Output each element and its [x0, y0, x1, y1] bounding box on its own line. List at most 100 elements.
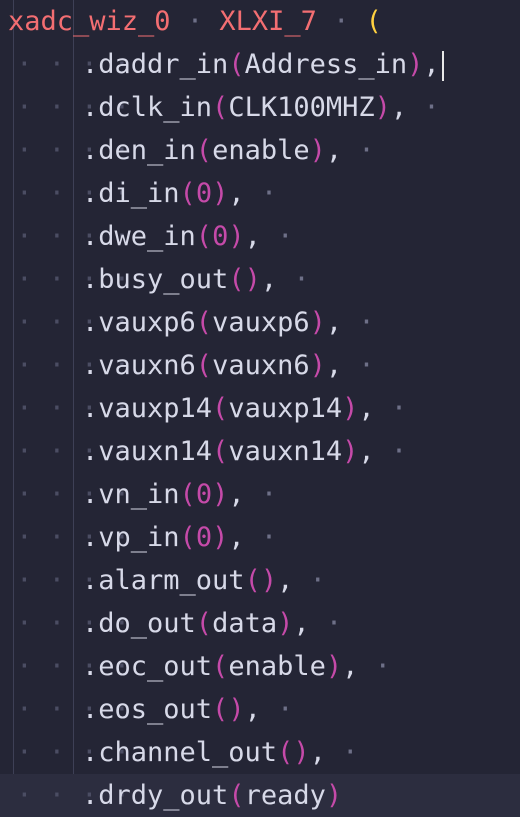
paren-close: ): [212, 522, 229, 553]
code-line-port[interactable]: · · · · .eoc_out(enable), ·: [0, 645, 520, 688]
port-arg: vauxp6: [212, 307, 310, 338]
code-line-port[interactable]: · · · · .den_in(enable), ·: [0, 129, 520, 172]
paren-open: (: [195, 307, 213, 338]
paren-close: ): [212, 479, 229, 510]
paren-open: (: [212, 92, 229, 123]
trailing-dot: ·: [293, 565, 326, 596]
port-arg: data: [212, 608, 278, 639]
comma: ,: [244, 694, 261, 725]
trailing-dot: ·: [342, 135, 375, 166]
trailing-dot: ·: [342, 350, 375, 381]
trailing-dot: ·: [325, 737, 359, 768]
comma: ,: [260, 264, 278, 295]
code-line-port[interactable]: · · · · .channel_out(), ·: [0, 731, 520, 774]
paren-close: ): [277, 608, 294, 639]
code-line-port[interactable]: · · · · .vp_in(0), ·: [0, 516, 520, 559]
code-line-port[interactable]: · · · · .drdy_out(ready): [0, 774, 520, 817]
port-arg: 0: [195, 522, 213, 553]
text-cursor: [441, 50, 444, 81]
port-arg: 0: [195, 479, 213, 510]
comma: ,: [325, 135, 343, 166]
code-line-port[interactable]: · · · · .vauxp14(vauxp14), ·: [0, 387, 520, 430]
paren-close: ): [244, 264, 261, 295]
code-line-port[interactable]: · · · · .di_in(0), ·: [0, 172, 520, 215]
paren-close: ): [293, 737, 310, 768]
paren-close: ): [212, 178, 229, 209]
paren-open: (: [228, 49, 245, 80]
trailing-dot: ·: [260, 221, 294, 252]
paren-open: (: [179, 178, 196, 209]
trailing-dot: ·: [358, 651, 391, 682]
port-name: .vn_in: [82, 479, 180, 510]
comma: ,: [423, 49, 440, 80]
comma: ,: [309, 737, 326, 768]
open-paren: (: [365, 6, 382, 37]
code-line-port[interactable]: · · · · .dclk_in(CLK100MHZ), ·: [0, 86, 520, 129]
paren-close: ): [325, 780, 343, 811]
port-name: .di_in: [82, 178, 180, 209]
paren-open: (: [277, 737, 294, 768]
paren-open: (: [179, 479, 196, 510]
paren-close: ): [374, 92, 391, 123]
port-name: .channel_out: [82, 737, 278, 768]
trailing-dot: ·: [374, 393, 408, 424]
comma: ,: [358, 393, 375, 424]
comma: ,: [325, 350, 343, 381]
code-line-port[interactable]: · · · · .vauxn6(vauxn6), ·: [0, 344, 520, 387]
code-line-port[interactable]: · · · · .vauxn14(vauxn14), ·: [0, 430, 520, 473]
code-line-port[interactable]: · · · · .busy_out(), ·: [0, 258, 520, 301]
paren-close: ): [228, 694, 245, 725]
port-arg: vauxn14: [228, 436, 343, 467]
port-arg: vauxn6: [212, 350, 310, 381]
port-name: .daddr_in: [82, 49, 229, 80]
paren-close: ): [342, 436, 359, 467]
port-name: .den_in: [82, 135, 196, 166]
port-name: .vauxp6: [82, 307, 196, 338]
port-arg: CLK100MHZ: [228, 92, 375, 123]
port-name: .eos_out: [82, 694, 213, 725]
trailing-dot: ·: [277, 264, 310, 295]
paren-close: ): [228, 221, 245, 252]
code-line-port[interactable]: · · · · .vn_in(0), ·: [0, 473, 520, 516]
port-arg: enable: [212, 135, 310, 166]
comma: ,: [228, 178, 245, 209]
port-arg: enable: [228, 651, 326, 682]
port-arg: 0: [195, 178, 213, 209]
paren-close: ): [325, 651, 343, 682]
port-name: .dclk_in: [82, 92, 213, 123]
trailing-dot: ·: [244, 479, 278, 510]
trailing-dot: ·: [244, 522, 278, 553]
port-arg: ready: [244, 780, 326, 811]
code-line-port[interactable]: · · · · .daddr_in(Address_in),: [0, 43, 520, 86]
trailing-dot: ·: [407, 92, 440, 123]
comma: ,: [228, 479, 245, 510]
paren-open: (: [195, 135, 213, 166]
paren-open: (: [212, 393, 229, 424]
trailing-dot: ·: [260, 694, 294, 725]
comma: ,: [342, 651, 359, 682]
code-line-port[interactable]: · · · · .vauxp6(vauxp6), ·: [0, 301, 520, 344]
trailing-dot: ·: [374, 436, 408, 467]
port-name: .eoc_out: [82, 651, 213, 682]
port-name: .drdy_out: [82, 780, 229, 811]
paren-close: ): [309, 307, 326, 338]
code-line-port[interactable]: · · · · .do_out(data), ·: [0, 602, 520, 645]
code-line-header[interactable]: xadc_wiz_0 · XLXI_7 · (: [0, 0, 520, 43]
code-line-port[interactable]: · · · · .eos_out(), ·: [0, 688, 520, 731]
comma: ,: [277, 565, 294, 596]
port-arg: 0: [212, 221, 229, 252]
port-arg: vauxp14: [228, 393, 343, 424]
paren-open: (: [212, 651, 229, 682]
code-line-port[interactable]: · · · · .dwe_in(0), ·: [0, 215, 520, 258]
paren-close: ): [407, 49, 424, 80]
paren-close: ): [260, 565, 278, 596]
code-editor[interactable]: xadc_wiz_0 · XLXI_7 · ( · · · · .daddr_i…: [0, 0, 520, 817]
comma: ,: [228, 522, 245, 553]
instance-name: XLXI_7: [219, 6, 317, 37]
port-arg: Address_in: [244, 49, 408, 80]
code-line-port[interactable]: · · · · .alarm_out(), ·: [0, 559, 520, 602]
trailing-dot: ·: [244, 178, 278, 209]
comma: ,: [390, 92, 408, 123]
port-name: .vauxn6: [82, 350, 196, 381]
port-name: .vauxn14: [82, 436, 213, 467]
